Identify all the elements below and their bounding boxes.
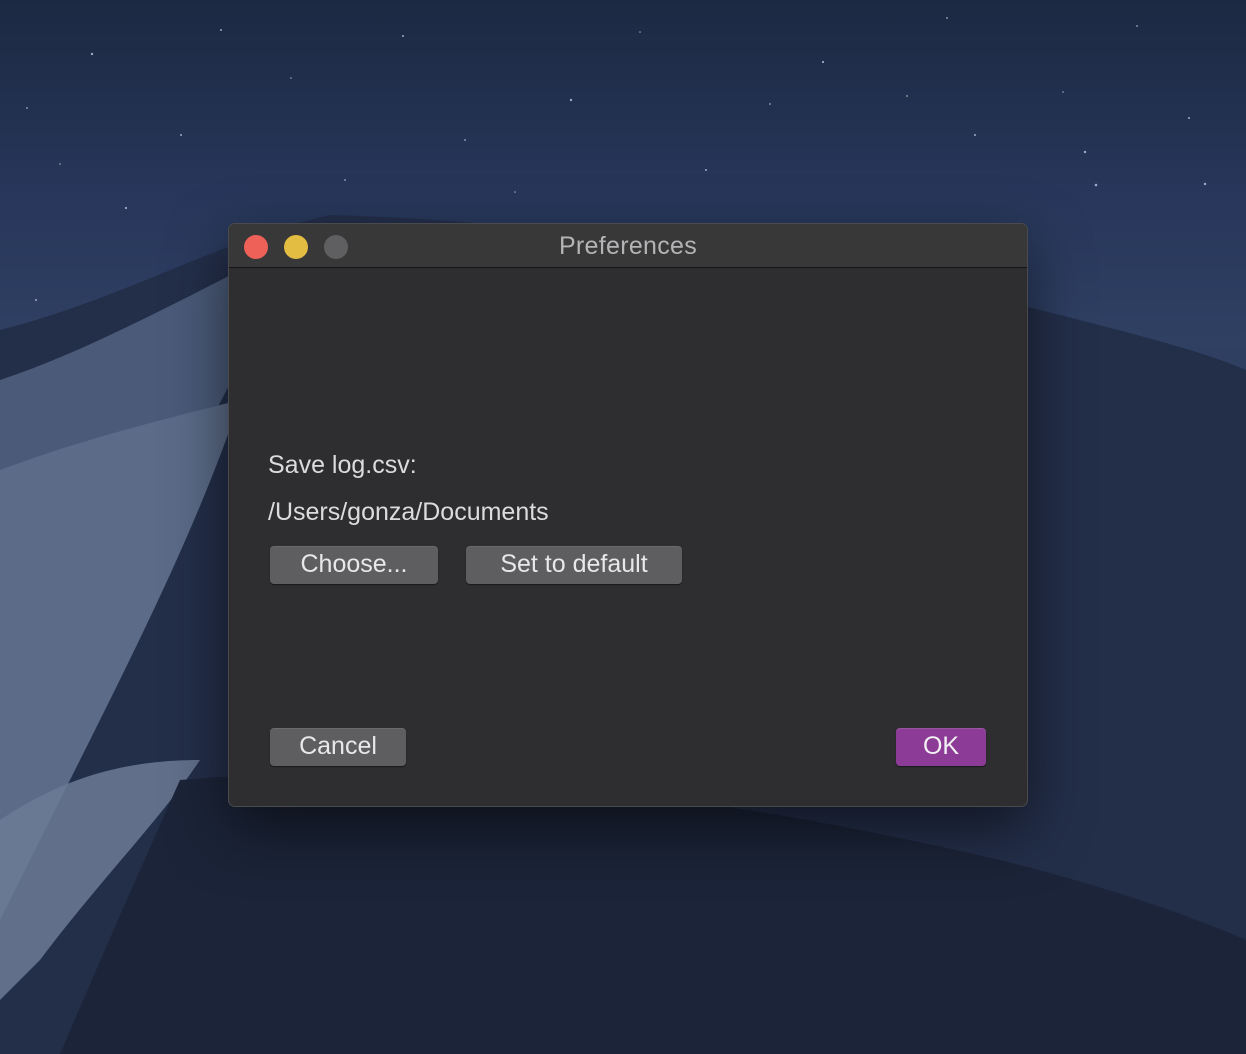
title-bar[interactable]: Preferences [229, 224, 1027, 268]
set-to-default-button[interactable]: Set to default [466, 546, 682, 584]
save-path-value: /Users/gonza/Documents [268, 498, 549, 526]
preferences-window: Preferences Save log.csv: /Users/gonza/D… [229, 224, 1027, 806]
ok-button[interactable]: OK [896, 728, 986, 766]
window-title: Preferences [558, 232, 698, 260]
cancel-button[interactable]: Cancel [270, 728, 406, 766]
choose-button[interactable]: Choose... [270, 546, 438, 584]
save-log-label: Save log.csv: [268, 451, 417, 479]
